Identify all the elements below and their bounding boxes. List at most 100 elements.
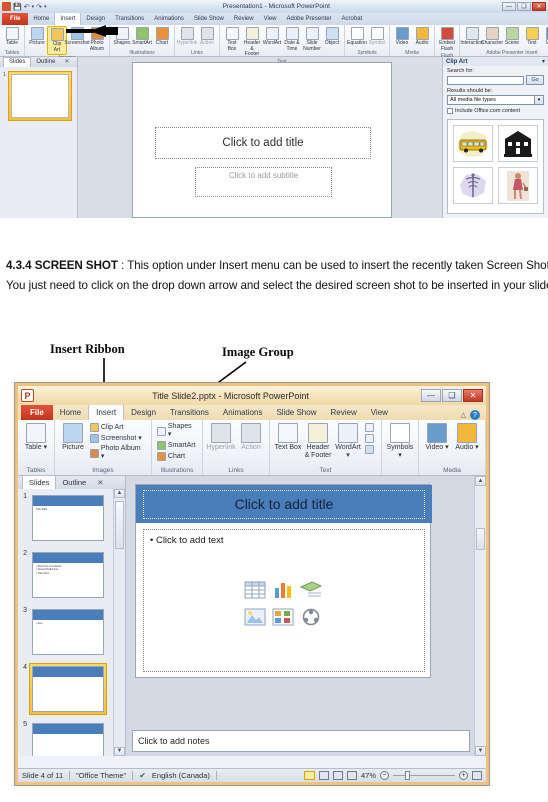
- insert-table-icon[interactable]: [244, 581, 268, 604]
- scroll-down-arrow-icon[interactable]: ▼: [475, 746, 486, 756]
- help-icon[interactable]: ?: [470, 410, 480, 420]
- ribbon-tab-home[interactable]: Home: [28, 13, 54, 25]
- ribbon-button-clip-art[interactable]: Clip Art: [88, 422, 148, 433]
- ribbon-tab-transitions[interactable]: Transitions: [110, 13, 149, 25]
- close-pane-button[interactable]: ✕: [60, 58, 73, 67]
- ribbon-button-chart[interactable]: Chart: [152, 26, 172, 48]
- thumbnail-row[interactable]: 5: [20, 720, 111, 756]
- scroll-down-arrow-icon[interactable]: ▼: [114, 747, 125, 756]
- results-type-dropdown-icon[interactable]: ▾: [534, 96, 543, 104]
- ribbon-button-screenshot[interactable]: Screenshot ▾: [88, 433, 148, 444]
- thumbnail-row[interactable]: 4: [20, 663, 111, 715]
- slide-thumbnail[interactable]: • Item: [29, 606, 107, 658]
- ribbon-tab-slide-show[interactable]: Slide Show: [189, 13, 229, 25]
- ribbon-button-audio[interactable]: Audio ▾: [452, 422, 482, 453]
- ribbon-button-slide-number[interactable]: Slide Number: [302, 26, 322, 53]
- body-placeholder-2[interactable]: • Click to add text: [143, 529, 425, 672]
- scroll-up-arrow-icon[interactable]: ▲: [475, 476, 486, 486]
- tab-outline[interactable]: Outline: [31, 58, 60, 67]
- ribbon-button-smartart[interactable]: SmartArt: [132, 26, 152, 48]
- maximize-button[interactable]: ❑: [442, 389, 462, 402]
- ribbon-button-date-time[interactable]: [363, 422, 378, 433]
- close-button[interactable]: ✕: [532, 2, 546, 11]
- ribbon-button-action[interactable]: Action: [197, 26, 217, 48]
- title-placeholder-1[interactable]: Click to add title: [155, 127, 371, 159]
- ribbon-button-symbol[interactable]: Symbol: [367, 26, 387, 48]
- ribbon-tab-transitions[interactable]: Transitions: [163, 405, 216, 420]
- school-building-clipart[interactable]: [498, 125, 538, 162]
- clip-art-search-input[interactable]: [447, 75, 524, 85]
- zoom-in-button[interactable]: +: [459, 771, 468, 780]
- quick-access-undo-icon[interactable]: ↶: [24, 3, 30, 11]
- quick-access-undo-dropdown-icon[interactable]: ▾: [32, 4, 35, 10]
- ribbon-button-picture[interactable]: Picture: [58, 422, 88, 453]
- thumbnail-row[interactable]: 1 Title Slide: [20, 492, 111, 544]
- ribbon-button-photo-album[interactable]: Photo Album: [87, 26, 107, 53]
- thumbnail-pane-scrollbar[interactable]: ▲ ▼: [113, 489, 125, 756]
- insert-chart-icon[interactable]: [272, 581, 296, 604]
- ribbon-button-wordart[interactable]: WordArt ▾: [333, 422, 363, 461]
- scrollbar-thumb[interactable]: [115, 501, 124, 549]
- ribbon-button-shapes[interactable]: Shapes: [112, 26, 132, 48]
- quick-access-customize-icon[interactable]: ▾: [44, 4, 47, 10]
- slide-thumbnail[interactable]: [29, 720, 107, 756]
- ribbon-tab-design[interactable]: Design: [81, 13, 110, 25]
- ribbon-button-table[interactable]: Table ▾: [21, 422, 51, 453]
- ribbon-tab-acrobat[interactable]: Acrobat: [337, 13, 368, 25]
- theme-name[interactable]: "Office Theme": [76, 771, 126, 780]
- ribbon-button-embed-flash[interactable]: Embed Flash: [437, 26, 457, 53]
- notes-pane[interactable]: Click to add notes: [132, 730, 470, 752]
- person-walking-clipart[interactable]: [498, 167, 538, 204]
- insert-picture-icon[interactable]: [244, 608, 268, 631]
- spell-check-icon[interactable]: ✔: [139, 771, 146, 780]
- zoom-out-button[interactable]: −: [380, 771, 389, 780]
- ribbon-tab-review[interactable]: Review: [323, 405, 363, 420]
- ribbon-button-object[interactable]: Object: [322, 26, 342, 48]
- clip-art-pane-collapse-icon[interactable]: ▾: [542, 58, 545, 65]
- school-bus-clipart[interactable]: [453, 125, 493, 162]
- ribbon-button-date-time[interactable]: Date & Time: [282, 26, 302, 53]
- ribbon-button-interaction[interactable]: Interaction: [460, 26, 484, 48]
- ribbon-button-video[interactable]: Video ▾: [422, 422, 452, 453]
- ribbon-button-symbols[interactable]: Symbols ▾: [385, 422, 415, 461]
- language-indicator[interactable]: English (Canada): [152, 771, 210, 780]
- scrollbar-thumb[interactable]: [476, 528, 485, 550]
- thumbnail-list[interactable]: 1 Title Slide 2 • Short list of contents • S…: [18, 489, 113, 756]
- minimize-button[interactable]: —: [421, 389, 441, 402]
- ribbon-tab-file[interactable]: File: [21, 405, 53, 420]
- ribbon-tab-slide-show[interactable]: Slide Show: [269, 405, 323, 420]
- collapse-ribbon-icon[interactable]: △: [461, 411, 466, 419]
- view-normal-icon[interactable]: [303, 771, 315, 780]
- view-slide-sorter-icon[interactable]: [318, 771, 329, 780]
- slide-thumbnail[interactable]: Title Slide: [29, 492, 107, 544]
- ribbon-button-table[interactable]: Table: [2, 26, 22, 48]
- ribbon-button-video[interactable]: Video: [542, 26, 548, 48]
- ribbon-tab-view[interactable]: View: [364, 405, 395, 420]
- ribbon-tab-view[interactable]: View: [259, 13, 282, 25]
- caduceus-clipart[interactable]: [453, 167, 493, 204]
- ribbon-tab-review[interactable]: Review: [229, 13, 259, 25]
- ribbon-button-scene[interactable]: Scene: [502, 26, 522, 48]
- insert-smartart-icon[interactable]: [299, 581, 324, 604]
- tab-slides[interactable]: Slides: [22, 475, 57, 489]
- close-pane-button[interactable]: ✕: [92, 476, 108, 489]
- ribbon-button-character[interactable]: Character: [481, 26, 503, 48]
- clip-art-go-button[interactable]: Go: [526, 75, 544, 85]
- ribbon-button-header-footer[interactable]: Header & Footer: [303, 422, 333, 461]
- ribbon-button-picture[interactable]: Picture: [27, 26, 47, 48]
- ribbon-tab-insert[interactable]: Insert: [88, 404, 125, 420]
- ribbon-button-smartart[interactable]: SmartArt: [155, 440, 199, 451]
- insert-media-clip-icon[interactable]: [300, 608, 324, 631]
- quick-access-redo-icon[interactable]: ↷: [36, 3, 42, 11]
- ribbon-button-chart[interactable]: Chart: [155, 451, 199, 462]
- slide-thumbnail[interactable]: • Short list of contents • Second bullet …: [29, 549, 107, 601]
- zoom-slider-handle[interactable]: [405, 771, 410, 780]
- close-button[interactable]: ✕: [463, 389, 483, 402]
- thumbnail-row[interactable]: 3 • Item: [20, 606, 111, 658]
- tab-outline[interactable]: Outline: [56, 476, 92, 489]
- view-reading-icon[interactable]: [332, 771, 343, 780]
- ribbon-tab-insert[interactable]: Insert: [54, 12, 82, 25]
- ribbon-button-audio[interactable]: Audio: [412, 26, 432, 48]
- ribbon-button-text-box[interactable]: Text Box: [273, 422, 303, 453]
- quick-access-save-icon[interactable]: 💾: [13, 3, 22, 11]
